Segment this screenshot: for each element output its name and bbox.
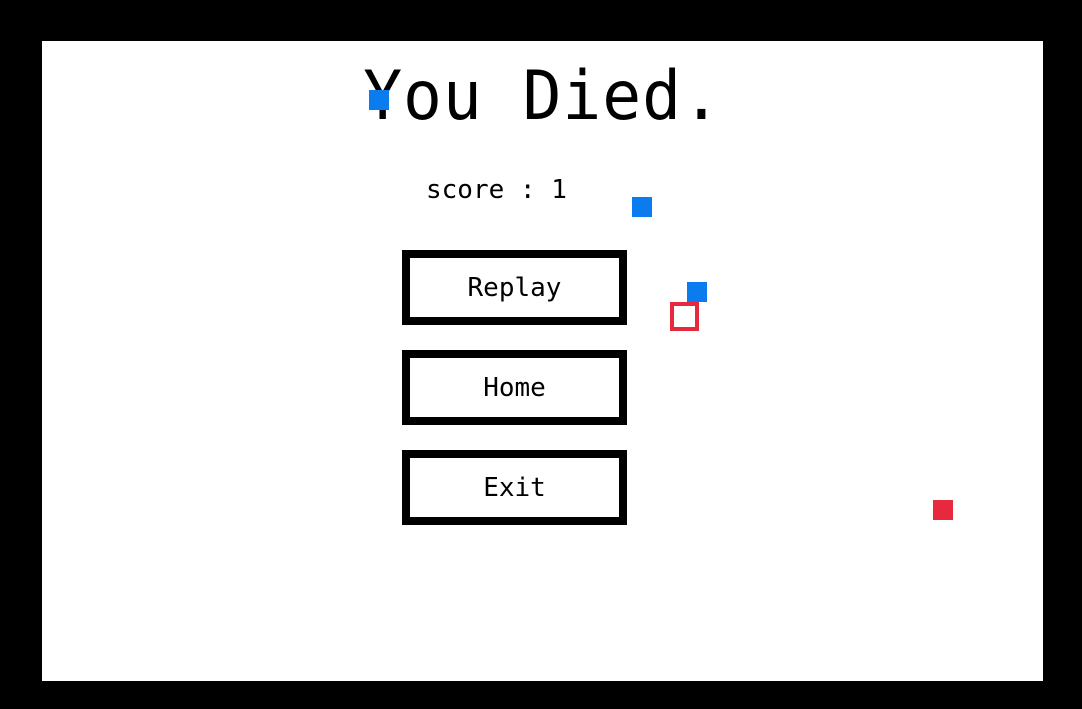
home-button[interactable]: Home	[402, 350, 627, 425]
red-square	[933, 500, 953, 520]
player-outline-square	[670, 302, 699, 331]
replay-button-label: Replay	[467, 272, 562, 303]
game-over-title: You Died.	[363, 57, 722, 136]
exit-button-label: Exit	[483, 472, 546, 503]
home-button-label: Home	[483, 372, 546, 403]
blue-square-3	[687, 282, 707, 302]
play-area: You Died. score : 1 Replay Home Exit	[42, 41, 1043, 681]
game-window: You Died. score : 1 Replay Home Exit	[0, 0, 1082, 709]
replay-button[interactable]: Replay	[402, 250, 627, 325]
exit-button[interactable]: Exit	[402, 450, 627, 525]
blue-square-1	[369, 90, 389, 110]
score-label: score : 1	[426, 175, 567, 205]
blue-square-2	[632, 197, 652, 217]
